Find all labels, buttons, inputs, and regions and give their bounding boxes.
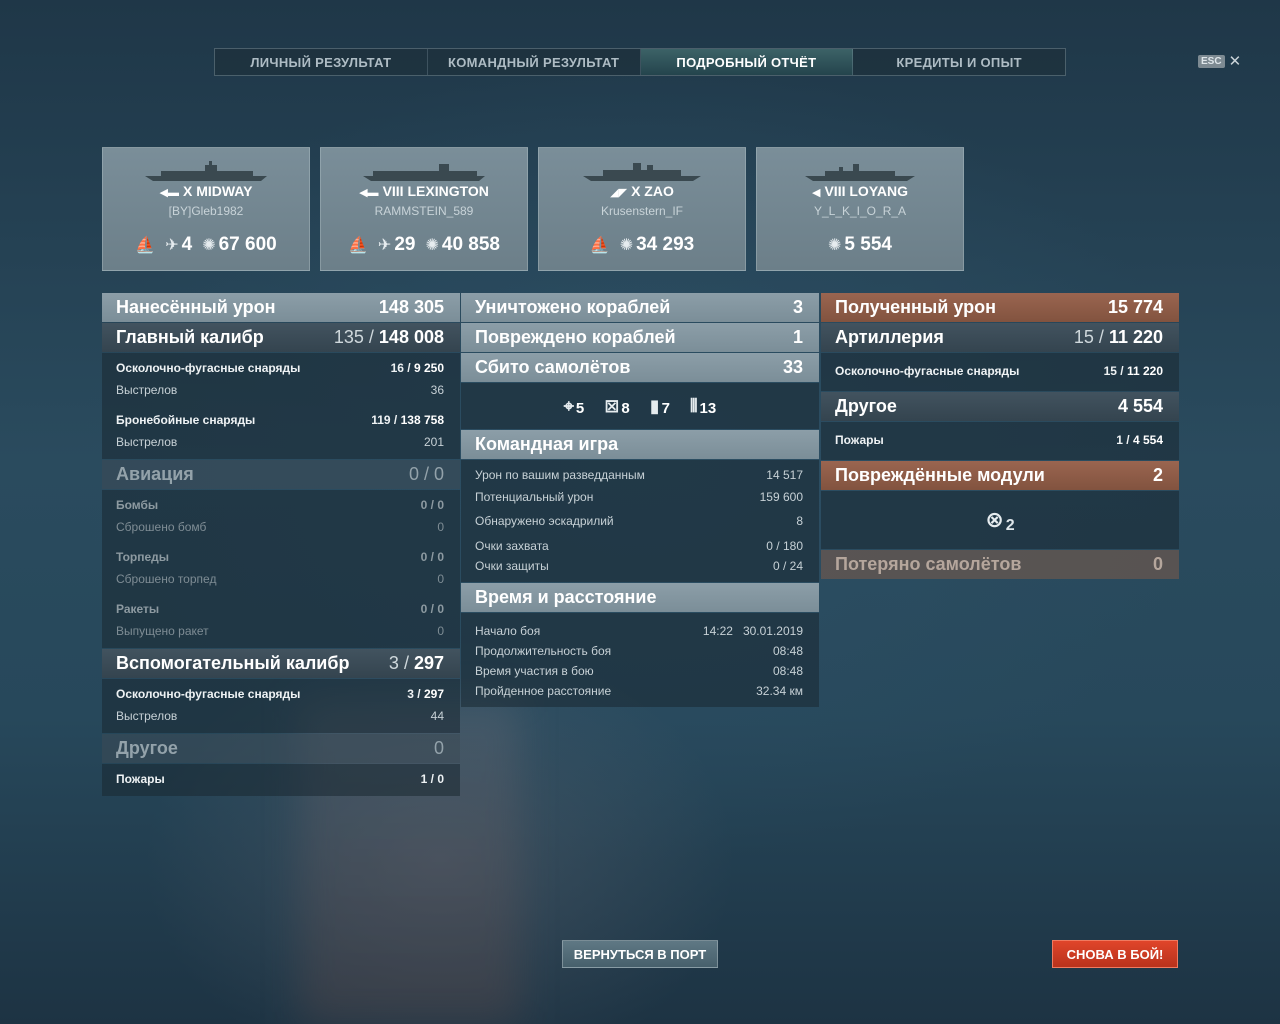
planes-lost-header: Потеряно самолётов 0	[821, 550, 1179, 579]
artillery-details: Осколочно-фугасные снаряды 15 / 11 220	[821, 353, 1179, 391]
damaged-modules-details: ⊗ 2	[821, 491, 1179, 549]
plane-types-strip: ⌖ 5 ⊠ 8 ▮ 7 ⫴ 13	[461, 383, 819, 429]
ship-tier: X	[631, 183, 641, 199]
destroyer-icon: ◀	[812, 187, 821, 199]
ship-name: LEXINGTON	[407, 183, 489, 199]
player-name: Krusenstern_IF	[600, 204, 684, 218]
tab-team-result[interactable]: КОМАНДНЫЙ РЕЗУЛЬТАТ	[428, 49, 641, 75]
damage-received-panel: Полученный урон 15 774 Артиллерия 15 / 11…	[821, 293, 1179, 580]
damaged-modules-header: Повреждённые модули 2	[821, 461, 1179, 490]
ship-silhouette-icon	[757, 160, 963, 182]
esc-key-label: ESC	[1198, 54, 1225, 68]
aviation-header: Авиация 0 / 0	[102, 460, 460, 489]
player-card-1[interactable]: ◀▬ X MIDWAY [BY]Gleb1982 ⛵ ✈ 4 ✺ 67 600	[102, 147, 310, 271]
player-card-4[interactable]: ◀ VIII LOYANG Y_L_K_I_O_R_A ✺ 5 554	[756, 147, 964, 271]
damage-value: 40 858	[441, 234, 500, 255]
crosshair-icon: ⌖	[563, 395, 574, 416]
secondary-battery-header: Вспомогательный калибр 3 / 297	[102, 649, 460, 678]
sunk-ship-icon: ⛵	[589, 237, 610, 254]
other-received-header: Другое 4 554	[821, 392, 1179, 421]
ships-damaged-header: Повреждено кораблей 1	[461, 323, 819, 352]
ships-destroyed-header: Уничтожено кораблей 3	[461, 293, 819, 322]
carrier-icon: ◀▬	[159, 187, 179, 199]
sunk-ship-icon: ⛵	[135, 237, 156, 254]
player-name: RAMMSTEIN_589	[374, 204, 474, 218]
damage-icon: ✺	[828, 237, 842, 254]
ship-name: MIDWAY	[196, 183, 253, 199]
teamplay-header: Командная игра	[461, 430, 819, 459]
carrier-icon: ◀▬	[359, 187, 379, 199]
ship-tier: X	[182, 183, 193, 199]
damage-value: 5 554	[844, 234, 892, 255]
player-card-2[interactable]: ◀▬ VIII LEXINGTON RAMMSTEIN_589 ⛵ ✈ 29 ✺ 40…	[320, 147, 528, 271]
ship-name: LOYANG	[849, 183, 908, 199]
damage-icon: ✺	[425, 237, 439, 254]
damage-icon: ✺	[202, 237, 216, 254]
damage-value: 34 293	[636, 234, 695, 255]
cruiser-icon: ◢◤	[610, 187, 628, 199]
other-dealt-header: Другое 0	[102, 734, 460, 763]
aviation-details: Бомбы 0 / 0 Сброшено бомб 0 Торпеды 0 / 0 С…	[102, 490, 460, 648]
damage-icon: ✺	[619, 237, 634, 254]
close-icon: ✕	[1228, 53, 1242, 70]
time-distance-header: Время и расстояние	[461, 583, 819, 612]
ship-silhouette-icon	[103, 160, 309, 182]
ship-name: ZAO	[644, 183, 674, 199]
fighter-icon: ⊠	[604, 395, 620, 416]
teamplay-details: Урон по вашим разведданным 14 517 Потенци…	[461, 460, 819, 582]
planes-shot-header: Сбито самолётов 33	[461, 353, 819, 382]
damage-dealt-panel: Нанесённый урон 148 305 Главный калибр 13…	[102, 293, 460, 797]
sunk-ship-icon: ⛵	[348, 237, 368, 254]
ammo-icon: ⫴	[689, 395, 698, 416]
ship-silhouette-icon	[539, 160, 745, 182]
player-card-3[interactable]: ◢◤ X ZAO Krusenstern_IF ⛵ ✺ 34 293	[538, 147, 746, 271]
main-battery-details: Осколочно-фугасные снаряды 16 / 9 250 Выс…	[102, 353, 460, 459]
tab-bar: ЛИЧНЫЙ РЕЗУЛЬТАТ КОМАНДНЫЙ РЕЗУЛЬТАТ ПОД…	[214, 48, 1066, 76]
bomb-icon: ▮	[649, 395, 660, 416]
return-to-port-button[interactable]: ВЕРНУТЬСЯ В ПОРТ	[562, 940, 718, 968]
tab-personal-result[interactable]: ЛИЧНЫЙ РЕЗУЛЬТАТ	[215, 49, 428, 75]
plane-shot-icon: ✈	[165, 237, 179, 254]
ship-tier: VIII	[824, 183, 846, 199]
damage-dealt-header: Нанесённый урон 148 305	[102, 293, 460, 322]
battle-summary-panel: Уничтожено кораблей 3 Повреждено кораблей…	[461, 293, 819, 708]
ship-silhouette-icon	[321, 160, 527, 182]
tab-detailed-report[interactable]: ПОДРОБНЫЙ ОТЧЁТ	[640, 49, 854, 75]
main-battery-header: Главный калибр 135 / 148 008	[102, 323, 460, 352]
ship-tier: VIII	[382, 183, 404, 199]
damage-value: 67 600	[218, 234, 277, 255]
battle-again-button[interactable]: СНОВА В БОЙ!	[1052, 940, 1178, 968]
plane-shot-icon: ✈	[377, 237, 392, 254]
damage-received-header: Полученный урон 15 774	[821, 293, 1179, 322]
other-dealt-details: Пожары 1 / 0	[102, 764, 460, 796]
time-distance-details: Начало боя 14:22 30.01.2019 Продолжительн…	[461, 613, 819, 707]
other-received-details: Пожары 1 / 4 554	[821, 422, 1179, 460]
secondary-battery-details: Осколочно-фугасные снаряды 3 / 297 Выстре…	[102, 679, 460, 733]
esc-close-button[interactable]: ESC ✕	[1198, 52, 1241, 70]
planes-count: 29	[394, 234, 416, 255]
tab-credits-xp[interactable]: КРЕДИТЫ И ОПЫТ	[853, 49, 1065, 75]
artillery-header: Артиллерия 15 / 11 220	[821, 323, 1179, 352]
planes-count: 4	[181, 234, 193, 255]
module-damage-icon: ⊗	[985, 507, 1004, 532]
player-name: [BY]Gleb1982	[168, 204, 244, 218]
player-name: Y_L_K_I_O_R_A	[813, 204, 907, 218]
